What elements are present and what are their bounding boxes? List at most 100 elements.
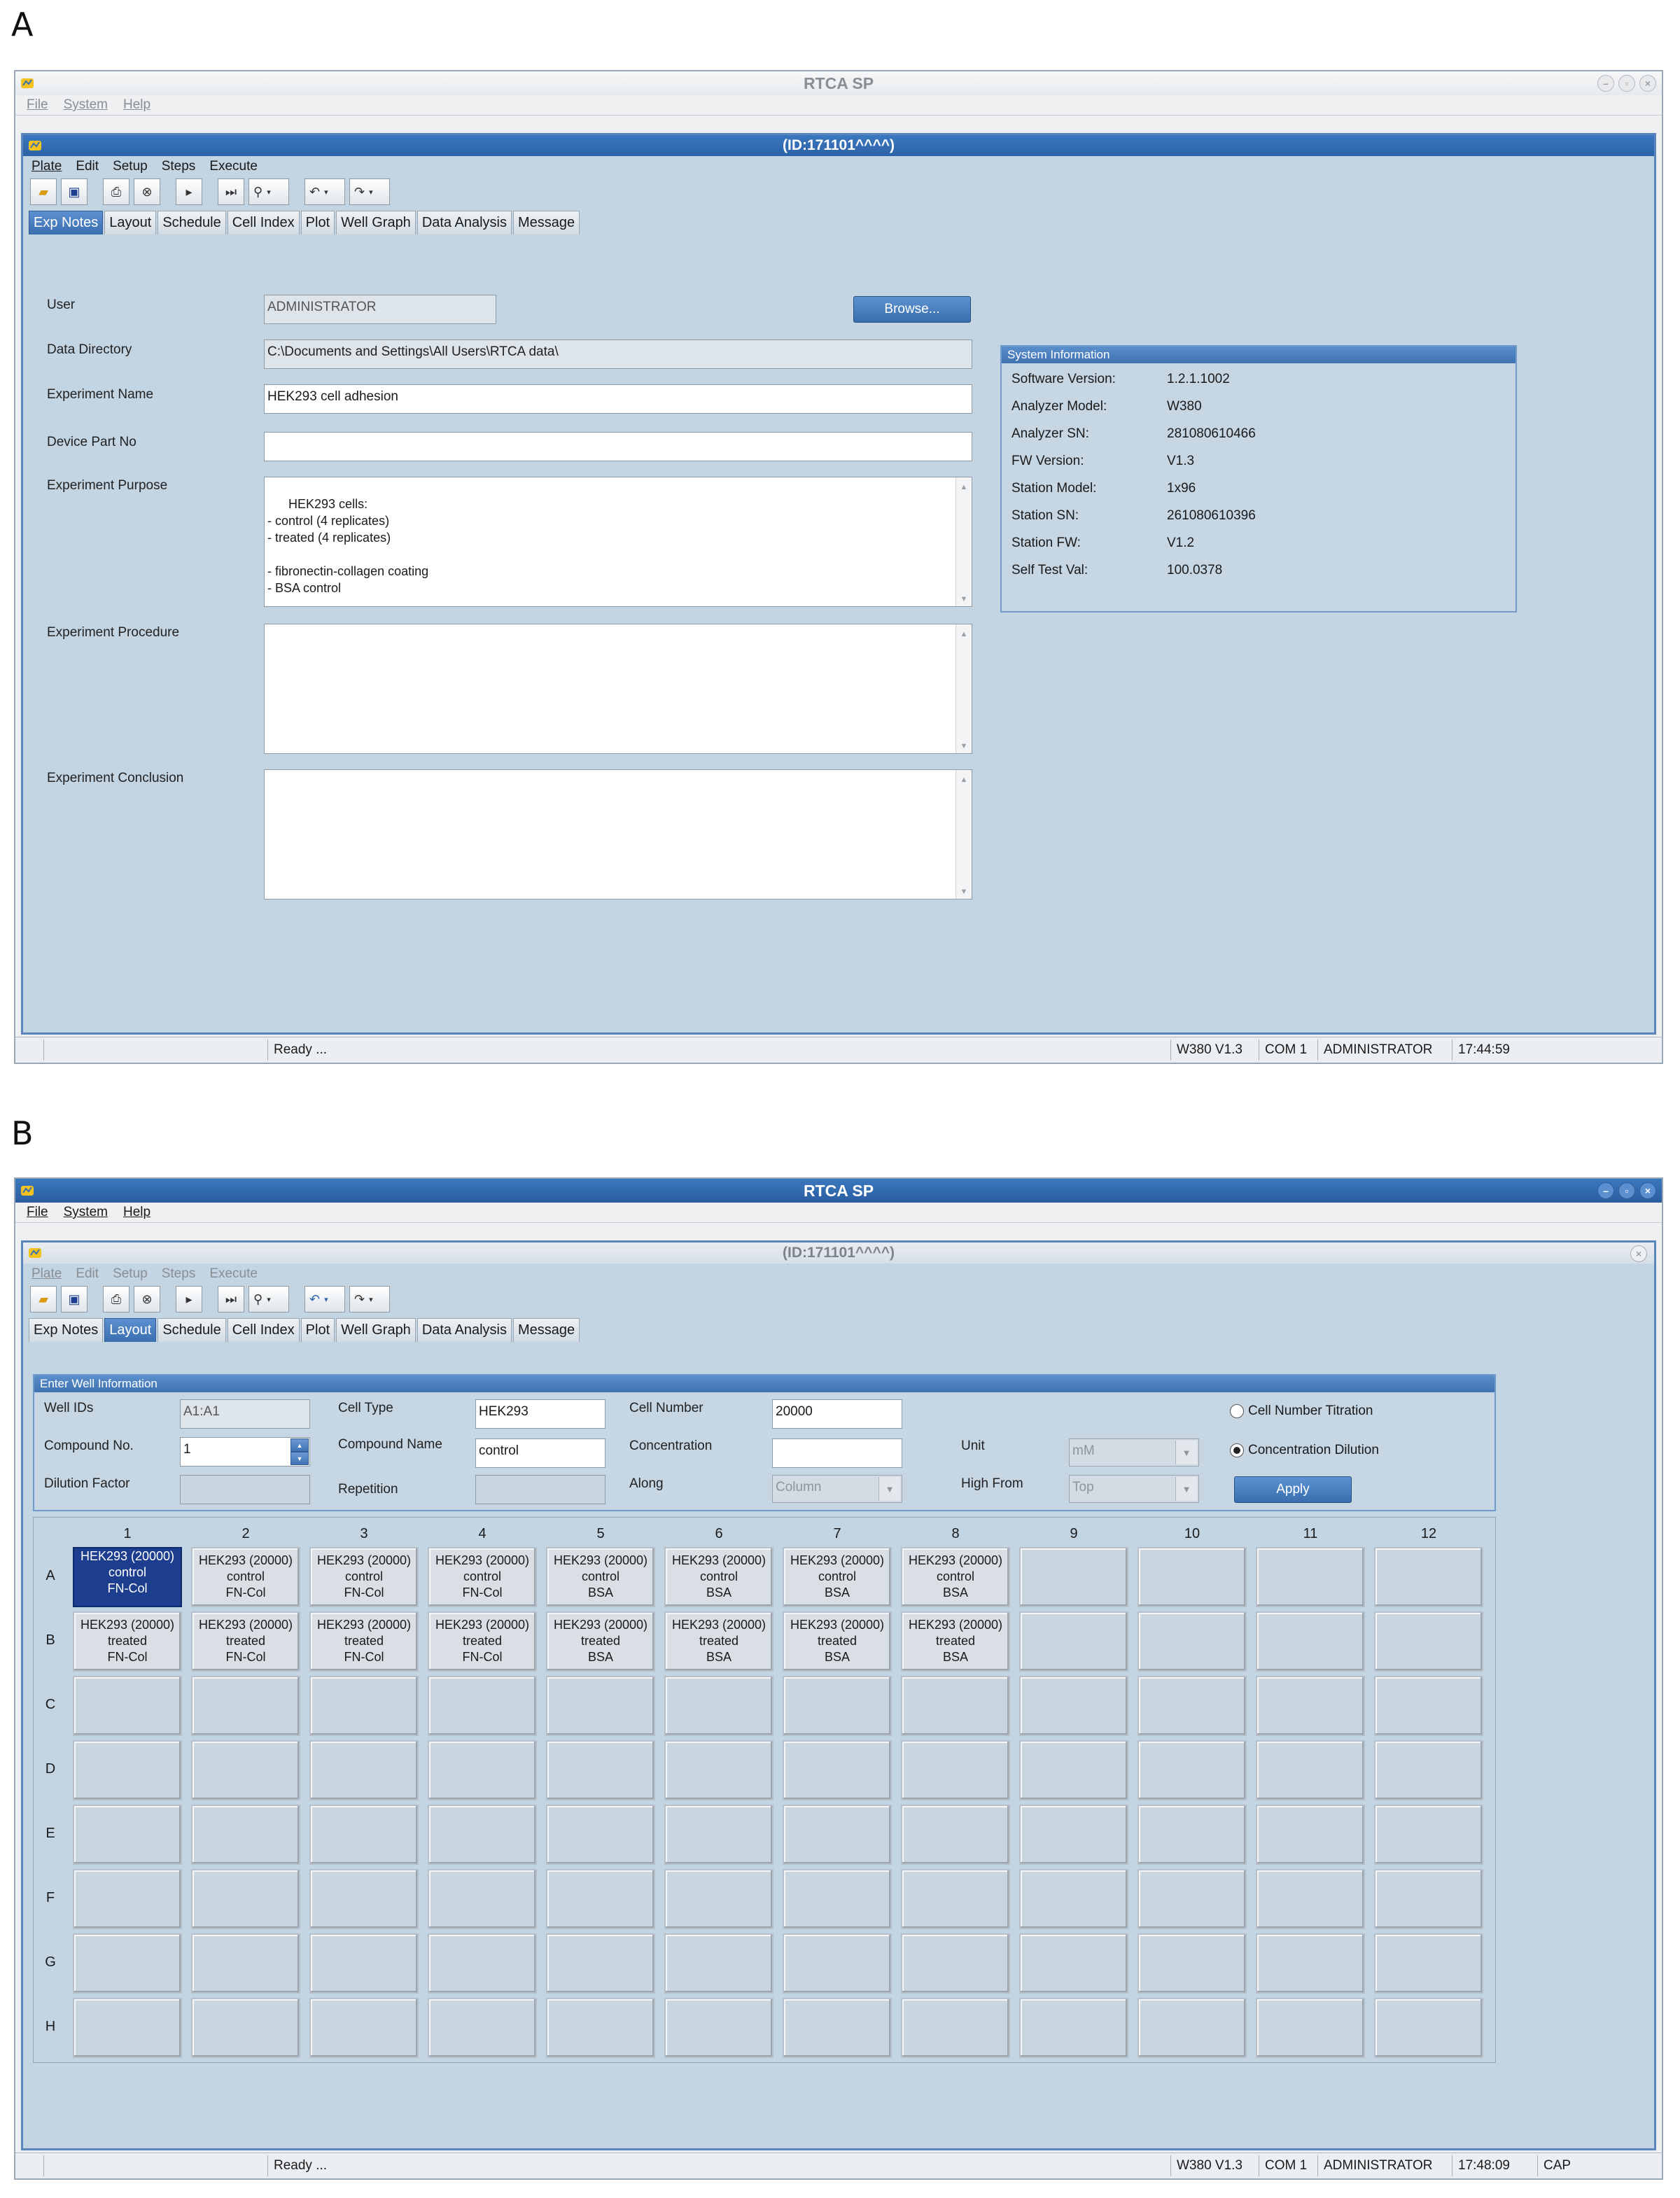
play-icon[interactable]: ▸ (176, 178, 202, 205)
well-H4[interactable] (428, 1998, 537, 2058)
well-A3[interactable]: HEK293 (20000) control FN-Col (309, 1547, 419, 1607)
column-header[interactable]: 8 (901, 1526, 1010, 1542)
well-C9[interactable] (1019, 1676, 1128, 1736)
well-D3[interactable] (309, 1740, 419, 1800)
menu-file[interactable]: File (27, 97, 48, 113)
procedure-scrollbar[interactable]: ▲ ▼ (955, 624, 972, 753)
redo-icon[interactable]: ↷ ▾ (349, 178, 390, 205)
well-B12[interactable] (1374, 1611, 1483, 1672)
well-A4[interactable]: HEK293 (20000) control FN-Col (428, 1547, 537, 1607)
row-header[interactable]: C (43, 1697, 57, 1713)
redo-icon[interactable]: ↷ ▾ (349, 1286, 390, 1312)
well-H10[interactable] (1138, 1998, 1247, 2058)
well-C10[interactable] (1138, 1676, 1247, 1736)
well-C7[interactable] (783, 1676, 892, 1736)
well-H7[interactable] (783, 1998, 892, 2058)
tab-data-analysis[interactable]: Data Analysis (416, 1318, 512, 1342)
well-G9[interactable] (1019, 1933, 1128, 1994)
well-A5[interactable]: HEK293 (20000) control BSA (546, 1547, 655, 1607)
well-G3[interactable] (309, 1933, 419, 1994)
play-icon[interactable]: ▸ (176, 1286, 202, 1312)
well-H6[interactable] (664, 1998, 774, 2058)
column-header[interactable]: 7 (783, 1526, 892, 1542)
menu-system[interactable]: System (64, 1205, 108, 1220)
well-A11[interactable] (1256, 1547, 1365, 1607)
well-G10[interactable] (1138, 1933, 1247, 1994)
tab-well-graph[interactable]: Well Graph (336, 211, 416, 234)
well-D10[interactable] (1138, 1740, 1247, 1800)
well-C4[interactable] (428, 1676, 537, 1736)
concentration-field[interactable] (772, 1438, 902, 1468)
well-G1[interactable] (73, 1933, 182, 1994)
column-header[interactable]: 5 (546, 1526, 655, 1542)
well-D11[interactable] (1256, 1740, 1365, 1800)
well-ids-field[interactable]: A1:A1 (180, 1399, 310, 1429)
well-G5[interactable] (546, 1933, 655, 1994)
stop-icon[interactable]: ⊗ (134, 178, 160, 205)
tab-cell-index[interactable]: Cell Index (227, 211, 300, 234)
well-H8[interactable] (901, 1998, 1010, 2058)
title-bar[interactable]: RTCA SP – ▫ × (15, 1179, 1662, 1203)
well-C8[interactable] (901, 1676, 1010, 1736)
well-A2[interactable]: HEK293 (20000) control FN-Col (191, 1547, 300, 1607)
print-icon[interactable]: ⎙ (103, 178, 130, 205)
well-F2[interactable] (191, 1869, 300, 1929)
well-E11[interactable] (1256, 1805, 1365, 1865)
tab-exp-notes[interactable]: Exp Notes (29, 1318, 104, 1342)
tab-layout[interactable]: Layout (104, 211, 157, 234)
column-header[interactable]: 2 (191, 1526, 300, 1542)
well-C6[interactable] (664, 1676, 774, 1736)
well-F8[interactable] (901, 1869, 1010, 1929)
unit-select[interactable]: mM ▼ (1069, 1438, 1199, 1466)
well-B11[interactable] (1256, 1611, 1365, 1672)
well-D2[interactable] (191, 1740, 300, 1800)
well-B9[interactable] (1019, 1611, 1128, 1672)
zoom-icon[interactable]: ⚲ ▾ (248, 178, 289, 205)
well-G12[interactable] (1374, 1933, 1483, 1994)
well-B3[interactable]: HEK293 (20000) treated FN-Col (309, 1611, 419, 1672)
well-C2[interactable] (191, 1676, 300, 1736)
experiment-procedure-textarea[interactable]: ▲ ▼ (264, 624, 972, 754)
cell-number-field[interactable]: 20000 (772, 1399, 902, 1429)
open-folder-icon[interactable]: ▰ (30, 1286, 57, 1312)
well-G7[interactable] (783, 1933, 892, 1994)
well-E7[interactable] (783, 1805, 892, 1865)
well-E2[interactable] (191, 1805, 300, 1865)
tab-schedule[interactable]: Schedule (158, 211, 226, 234)
well-D7[interactable] (783, 1740, 892, 1800)
tab-schedule[interactable]: Schedule (158, 1318, 226, 1342)
well-H1[interactable] (73, 1998, 182, 2058)
compound-no-stepper[interactable]: 1 ▲ ▼ (180, 1437, 310, 1466)
row-header[interactable]: G (43, 1954, 57, 1970)
menu-help[interactable]: Help (123, 1205, 150, 1220)
well-G11[interactable] (1256, 1933, 1365, 1994)
menu-file[interactable]: File (27, 1205, 48, 1220)
column-header[interactable]: 4 (428, 1526, 537, 1542)
concentration-dilution-radio[interactable]: Concentration Dilution (1230, 1443, 1379, 1458)
zoom-icon[interactable]: ⚲ ▾ (248, 1286, 289, 1312)
cell-number-titration-radio[interactable]: Cell Number Titration (1230, 1404, 1373, 1419)
well-E4[interactable] (428, 1805, 537, 1865)
well-A8[interactable]: HEK293 (20000) control BSA (901, 1547, 1010, 1607)
menu-edit[interactable]: Edit (76, 159, 99, 174)
well-G6[interactable] (664, 1933, 774, 1994)
document-title-bar[interactable]: (ID:171101^^^^) × (23, 1242, 1654, 1264)
well-H11[interactable] (1256, 1998, 1365, 2058)
well-B4[interactable]: HEK293 (20000) treated FN-Col (428, 1611, 537, 1672)
well-A10[interactable] (1138, 1547, 1247, 1607)
tab-exp-notes[interactable]: Exp Notes (29, 211, 104, 234)
well-F9[interactable] (1019, 1869, 1128, 1929)
open-folder-icon[interactable]: ▰ (30, 178, 57, 205)
dilution-factor-field[interactable] (180, 1475, 310, 1504)
well-F10[interactable] (1138, 1869, 1247, 1929)
well-B2[interactable]: HEK293 (20000) treated FN-Col (191, 1611, 300, 1672)
well-E3[interactable] (309, 1805, 419, 1865)
well-B7[interactable]: HEK293 (20000) treated BSA (783, 1611, 892, 1672)
save-icon[interactable]: ▣ (61, 1286, 88, 1312)
menu-help[interactable]: Help (123, 97, 150, 113)
well-E9[interactable] (1019, 1805, 1128, 1865)
conclusion-scrollbar[interactable]: ▲ ▼ (955, 770, 972, 899)
tab-message[interactable]: Message (512, 211, 580, 234)
device-part-field[interactable] (264, 432, 972, 461)
column-header[interactable]: 9 (1019, 1526, 1128, 1542)
